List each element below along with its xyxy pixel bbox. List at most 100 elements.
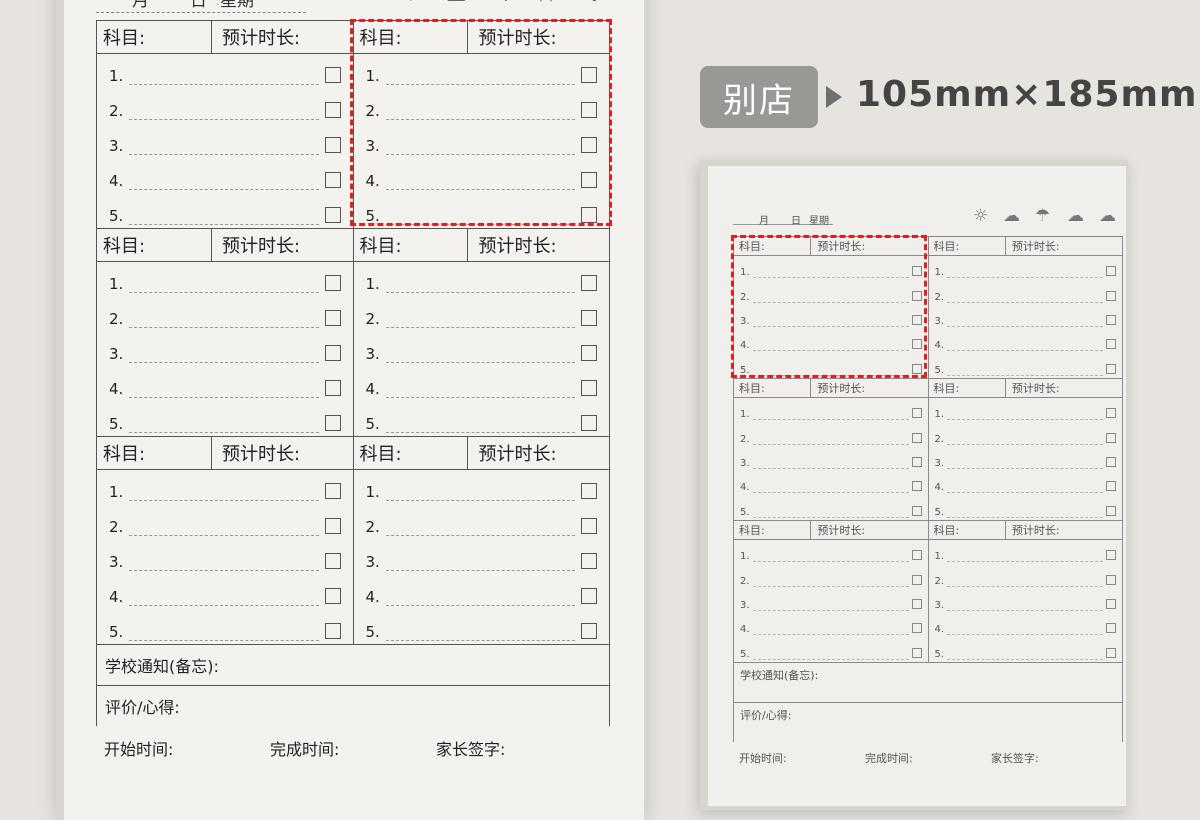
task-checkbox[interactable] — [1106, 408, 1116, 419]
task-line[interactable] — [385, 292, 575, 294]
task-line[interactable] — [752, 419, 909, 421]
task-line[interactable] — [385, 119, 575, 121]
task-checkbox[interactable] — [911, 550, 922, 561]
task-checkbox[interactable] — [324, 102, 341, 119]
task-checkbox[interactable] — [911, 456, 922, 467]
task-line[interactable] — [947, 374, 1103, 376]
task-line[interactable] — [947, 350, 1103, 352]
task-checkbox[interactable] — [581, 622, 597, 639]
task-line[interactable] — [752, 516, 909, 518]
task-checkbox[interactable] — [1106, 623, 1116, 634]
task-checkbox[interactable] — [1106, 432, 1116, 443]
task-checkbox[interactable] — [911, 408, 922, 419]
task-line[interactable] — [752, 301, 909, 303]
task-checkbox[interactable] — [911, 505, 922, 516]
task-line[interactable] — [385, 223, 575, 225]
task-line[interactable] — [129, 569, 319, 571]
task-line[interactable] — [947, 658, 1103, 660]
task-line[interactable] — [752, 374, 909, 376]
task-line[interactable] — [129, 535, 319, 537]
task-checkbox[interactable] — [324, 483, 341, 500]
task-line[interactable] — [385, 604, 575, 606]
evaluation-box[interactable]: 评价/心得: — [96, 685, 610, 726]
task-checkbox[interactable] — [911, 363, 922, 374]
task-checkbox[interactable] — [324, 587, 341, 604]
task-checkbox[interactable] — [911, 266, 922, 277]
task-line[interactable] — [129, 84, 319, 86]
task-checkbox[interactable] — [581, 102, 597, 119]
task-checkbox[interactable] — [581, 275, 597, 292]
task-checkbox[interactable] — [1106, 290, 1116, 301]
task-line[interactable] — [947, 585, 1103, 587]
task-checkbox[interactable] — [581, 206, 597, 223]
task-line[interactable] — [385, 84, 575, 86]
task-checkbox[interactable] — [581, 171, 597, 188]
task-line[interactable] — [752, 443, 909, 445]
task-line[interactable] — [129, 223, 319, 225]
task-checkbox[interactable] — [581, 379, 597, 396]
task-line[interactable] — [385, 153, 575, 155]
task-checkbox[interactable] — [911, 290, 922, 301]
task-checkbox[interactable] — [581, 310, 597, 327]
task-line[interactable] — [947, 325, 1103, 327]
task-line[interactable] — [947, 277, 1103, 279]
task-line[interactable] — [947, 467, 1103, 469]
task-line[interactable] — [129, 153, 319, 155]
task-line[interactable] — [752, 492, 909, 494]
task-line[interactable] — [129, 188, 319, 190]
task-checkbox[interactable] — [324, 67, 341, 84]
task-checkbox[interactable] — [581, 414, 597, 431]
task-checkbox[interactable] — [911, 432, 922, 443]
task-line[interactable] — [752, 585, 909, 587]
task-checkbox[interactable] — [911, 481, 922, 492]
task-checkbox[interactable] — [581, 344, 597, 361]
task-line[interactable] — [385, 431, 575, 433]
task-line[interactable] — [129, 292, 319, 294]
task-line[interactable] — [947, 609, 1103, 611]
task-checkbox[interactable] — [324, 622, 341, 639]
task-checkbox[interactable] — [1106, 339, 1116, 350]
task-line[interactable] — [947, 561, 1103, 563]
task-line[interactable] — [385, 500, 575, 502]
task-line[interactable] — [129, 604, 319, 606]
task-line[interactable] — [752, 467, 909, 469]
school-notice-box[interactable]: 学校通知(备忘): — [96, 644, 610, 685]
task-line[interactable] — [385, 639, 575, 641]
task-line[interactable] — [385, 396, 575, 398]
task-line[interactable] — [385, 569, 575, 571]
task-checkbox[interactable] — [324, 275, 341, 292]
task-line[interactable] — [752, 609, 909, 611]
task-checkbox[interactable] — [581, 67, 597, 84]
task-checkbox[interactable] — [581, 552, 597, 569]
task-checkbox[interactable] — [1106, 314, 1116, 325]
task-line[interactable] — [129, 431, 319, 433]
task-line[interactable] — [752, 634, 909, 636]
task-checkbox[interactable] — [581, 136, 597, 153]
task-line[interactable] — [947, 634, 1103, 636]
task-line[interactable] — [129, 327, 319, 329]
task-checkbox[interactable] — [911, 623, 922, 634]
task-checkbox[interactable] — [324, 344, 341, 361]
task-checkbox[interactable] — [1106, 505, 1116, 516]
task-line[interactable] — [947, 492, 1103, 494]
task-checkbox[interactable] — [324, 518, 341, 535]
task-checkbox[interactable] — [581, 518, 597, 535]
task-line[interactable] — [385, 361, 575, 363]
task-checkbox[interactable] — [581, 587, 597, 604]
task-checkbox[interactable] — [324, 136, 341, 153]
task-line[interactable] — [947, 419, 1103, 421]
task-line[interactable] — [129, 639, 319, 641]
task-checkbox[interactable] — [1106, 550, 1116, 561]
task-line[interactable] — [129, 361, 319, 363]
task-line[interactable] — [947, 443, 1103, 445]
task-checkbox[interactable] — [324, 414, 341, 431]
task-checkbox[interactable] — [1106, 266, 1116, 277]
task-checkbox[interactable] — [324, 379, 341, 396]
task-checkbox[interactable] — [1106, 647, 1116, 658]
task-line[interactable] — [752, 561, 909, 563]
task-checkbox[interactable] — [1106, 456, 1116, 467]
task-checkbox[interactable] — [911, 314, 922, 325]
task-checkbox[interactable] — [324, 310, 341, 327]
task-line[interactable] — [385, 188, 575, 190]
task-checkbox[interactable] — [324, 206, 341, 223]
